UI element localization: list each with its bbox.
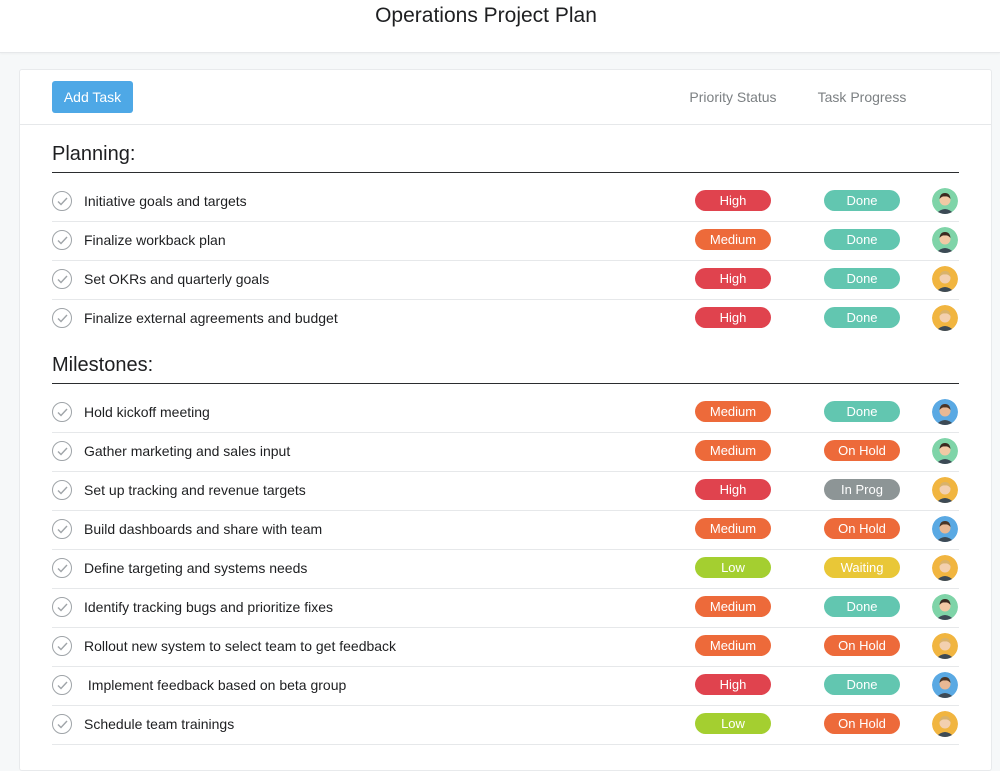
progress-badge[interactable]: Waiting	[824, 557, 900, 578]
complete-checkmark-icon[interactable]	[52, 230, 72, 250]
progress-badge[interactable]: Done	[824, 401, 900, 422]
priority-badge[interactable]: High	[695, 190, 771, 211]
priority-badge[interactable]: High	[695, 268, 771, 289]
task-row[interactable]: Rollout new system to select team to get…	[52, 628, 959, 667]
section-milestones: Milestones: Hold kickoff meeting Medium Do…	[52, 351, 959, 745]
green-avatar[interactable]	[932, 227, 958, 253]
complete-checkmark-icon[interactable]	[52, 597, 72, 617]
card-header: Add Task Priority Status Task Progress	[20, 70, 991, 125]
task-name[interactable]: Finalize workback plan	[84, 232, 226, 248]
priority-badge[interactable]: Medium	[695, 229, 771, 250]
task-name[interactable]: Set up tracking and revenue targets	[84, 482, 306, 498]
add-task-button[interactable]: Add Task	[52, 81, 133, 113]
complete-checkmark-icon[interactable]	[52, 308, 72, 328]
yellow-avatar[interactable]	[932, 266, 958, 292]
section-title: Milestones:	[52, 351, 959, 384]
progress-badge[interactable]: Done	[824, 268, 900, 289]
progress-badge[interactable]: On Hold	[824, 635, 900, 656]
task-name[interactable]: Define targeting and systems needs	[84, 560, 307, 576]
priority-badge[interactable]: Low	[695, 713, 771, 734]
task-row[interactable]: Set OKRs and quarterly goals High Done	[52, 261, 959, 300]
blue-avatar[interactable]	[932, 672, 958, 698]
task-row[interactable]: Hold kickoff meeting Medium Done	[52, 394, 959, 433]
task-row[interactable]: Build dashboards and share with team Medi…	[52, 511, 959, 550]
complete-checkmark-icon[interactable]	[52, 519, 72, 539]
progress-badge[interactable]: Done	[824, 190, 900, 211]
complete-checkmark-icon[interactable]	[52, 558, 72, 578]
yellow-avatar[interactable]	[932, 477, 958, 503]
progress-badge[interactable]: Done	[824, 307, 900, 328]
complete-checkmark-icon[interactable]	[52, 636, 72, 656]
complete-checkmark-icon[interactable]	[52, 402, 72, 422]
complete-checkmark-icon[interactable]	[52, 714, 72, 734]
progress-badge[interactable]: Done	[824, 229, 900, 250]
task-progress-header: Task Progress	[817, 89, 907, 105]
priority-status-header: Priority Status	[689, 89, 777, 105]
task-list: Hold kickoff meeting Medium Done Gather mar…	[52, 394, 959, 745]
priority-badge[interactable]: Medium	[695, 518, 771, 539]
task-name[interactable]: Initiative goals and targets	[84, 193, 247, 209]
section-title: Planning:	[52, 140, 959, 173]
complete-checkmark-icon[interactable]	[52, 269, 72, 289]
task-name[interactable]: Build dashboards and share with team	[84, 521, 322, 537]
priority-badge[interactable]: High	[695, 307, 771, 328]
yellow-avatar[interactable]	[932, 711, 958, 737]
priority-badge[interactable]: Medium	[695, 635, 771, 656]
complete-checkmark-icon[interactable]	[52, 675, 72, 695]
task-name[interactable]: Rollout new system to select team to get…	[84, 638, 396, 654]
progress-badge[interactable]: Done	[824, 596, 900, 617]
progress-badge[interactable]: Done	[824, 674, 900, 695]
task-card: Add Task Priority Status Task Progress P…	[19, 69, 992, 771]
task-name[interactable]: Hold kickoff meeting	[84, 404, 210, 420]
section-planning: Planning: Initiative goals and targets Hi…	[52, 140, 959, 338]
blue-avatar[interactable]	[932, 516, 958, 542]
task-name[interactable]: Identify tracking bugs and prioritize fi…	[84, 599, 333, 615]
green-avatar[interactable]	[932, 438, 958, 464]
priority-badge[interactable]: High	[695, 674, 771, 695]
complete-checkmark-icon[interactable]	[52, 480, 72, 500]
priority-badge[interactable]: High	[695, 479, 771, 500]
complete-checkmark-icon[interactable]	[52, 441, 72, 461]
task-name[interactable]: Set OKRs and quarterly goals	[84, 271, 269, 287]
task-name[interactable]: Finalize external agreements and budget	[84, 310, 338, 326]
green-avatar[interactable]	[932, 188, 958, 214]
yellow-avatar[interactable]	[932, 305, 958, 331]
top-bar: Operations Project Plan	[0, 0, 1000, 53]
task-list: Initiative goals and targets High Done Fina…	[52, 183, 959, 338]
task-row[interactable]: Implement feedback based on beta group Hi…	[52, 667, 959, 706]
green-avatar[interactable]	[932, 594, 958, 620]
task-row[interactable]: Set up tracking and revenue targets High I…	[52, 472, 959, 511]
complete-checkmark-icon[interactable]	[52, 191, 72, 211]
progress-badge[interactable]: On Hold	[824, 440, 900, 461]
priority-badge[interactable]: Medium	[695, 440, 771, 461]
task-row[interactable]: Finalize workback plan Medium Done	[52, 222, 959, 261]
task-name[interactable]: Schedule team trainings	[84, 716, 234, 732]
priority-badge[interactable]: Low	[695, 557, 771, 578]
task-name[interactable]: Implement feedback based on beta group	[84, 677, 346, 693]
yellow-avatar[interactable]	[932, 555, 958, 581]
task-row[interactable]: Finalize external agreements and budget H…	[52, 300, 959, 338]
page-title: Operations Project Plan	[375, 4, 597, 27]
progress-badge[interactable]: In Prog	[824, 479, 900, 500]
priority-badge[interactable]: Medium	[695, 401, 771, 422]
task-row[interactable]: Identify tracking bugs and prioritize fi…	[52, 589, 959, 628]
yellow-avatar[interactable]	[932, 633, 958, 659]
blue-avatar[interactable]	[932, 399, 958, 425]
task-row[interactable]: Initiative goals and targets High Done	[52, 183, 959, 222]
task-row[interactable]: Schedule team trainings Low On Hold	[52, 706, 959, 745]
priority-badge[interactable]: Medium	[695, 596, 771, 617]
task-row[interactable]: Define targeting and systems needs Low Wai…	[52, 550, 959, 589]
progress-badge[interactable]: On Hold	[824, 518, 900, 539]
task-name[interactable]: Gather marketing and sales input	[84, 443, 290, 459]
progress-badge[interactable]: On Hold	[824, 713, 900, 734]
task-row[interactable]: Gather marketing and sales input Medium On…	[52, 433, 959, 472]
